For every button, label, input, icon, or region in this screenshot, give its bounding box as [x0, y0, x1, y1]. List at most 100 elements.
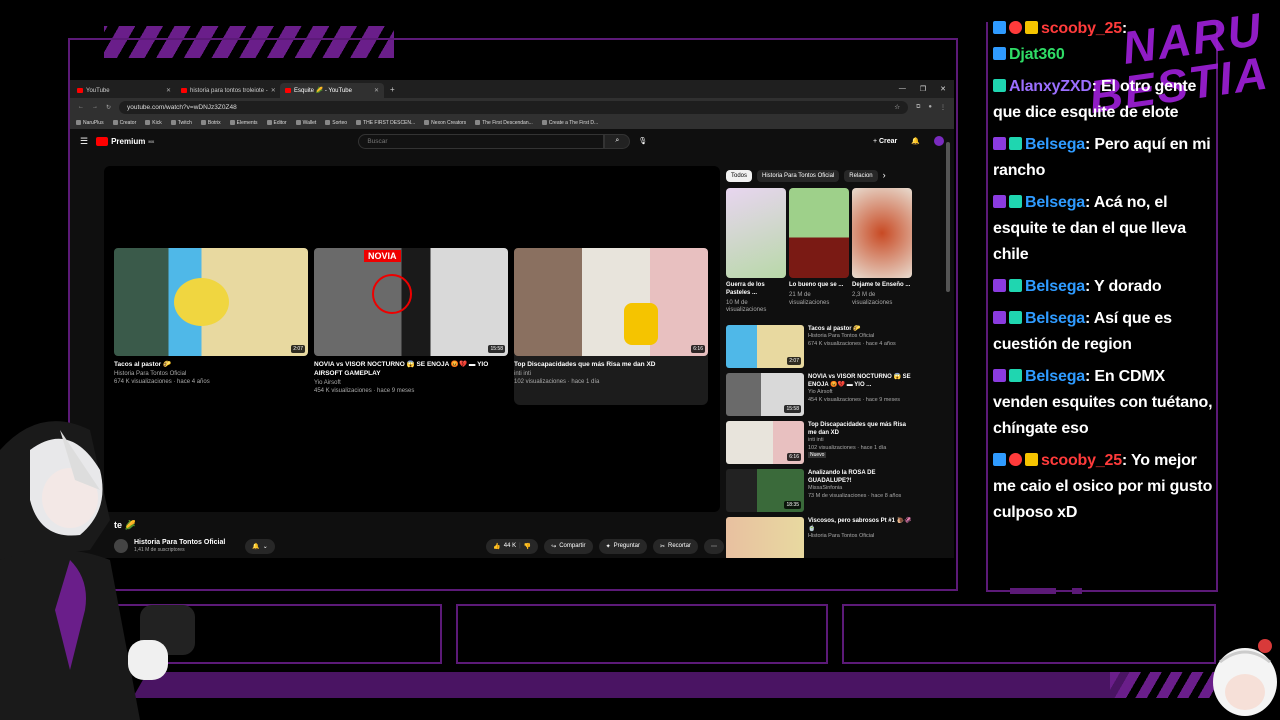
chat-username[interactable]: Belsega: [1025, 368, 1085, 385]
chat-username[interactable]: Djat360: [1009, 46, 1065, 63]
chat-message: scooby_25: Yo mejor me caio el osico por…: [993, 448, 1215, 526]
duration-badge: 2:07: [787, 357, 801, 366]
short-item[interactable]: Guerra de los Pasteles ... 10 M de visual…: [726, 188, 786, 315]
bookmark-item[interactable]: THE FIRST DESCEN...: [356, 120, 415, 126]
endscreen-video[interactable]: 6:16 Top Discapacidades que más Risa me …: [514, 248, 708, 405]
pointing-hand: [624, 303, 658, 345]
video-meta: 73 M de visualizaciones · hace 8 años: [808, 492, 902, 499]
chat-username[interactable]: AlanxyZXD: [1009, 78, 1092, 95]
short-title: Dejame te Enseño ...: [852, 282, 911, 288]
ask-button[interactable]: ✦ Preguntar: [598, 538, 647, 554]
forward-icon[interactable]: →: [92, 104, 98, 110]
clip-button[interactable]: ✂ Recortar: [652, 538, 698, 554]
tab-esquite[interactable]: Esquite 🌽 - YouTube ✕: [280, 83, 384, 98]
badge-icon: [993, 47, 1006, 60]
share-button[interactable]: ↪ Compartir: [544, 538, 593, 554]
extensions-icon[interactable]: ⧉: [916, 104, 920, 111]
bookmark-item[interactable]: Wallet: [296, 120, 317, 126]
back-icon[interactable]: ←: [78, 104, 84, 110]
close-icon[interactable]: ✕: [374, 87, 379, 94]
related-video[interactable]: Viscosos, pero sabrosos Pt #1 🐌🦑🍵 Histori…: [726, 517, 914, 558]
endscreen-video[interactable]: 2:07 Tacos al pastor 🌮 Historia Para Ton…: [114, 248, 308, 387]
bookmark-item[interactable]: Twitch: [171, 120, 192, 126]
new-tab-button[interactable]: +: [384, 85, 401, 94]
star-icon[interactable]: ☆: [894, 103, 900, 111]
video-title: Viscosos, pero sabrosos Pt #1 🐌🦑🍵: [808, 518, 912, 533]
chat-username[interactable]: scooby_25: [1041, 452, 1122, 469]
duration-badge: 15:58: [784, 405, 801, 414]
chat-panel: scooby_25: Djat360 AlanxyZXD: El otro ge…: [993, 20, 1215, 532]
gem-badge-icon: [993, 279, 1006, 292]
profile-icon[interactable]: ●: [928, 104, 932, 110]
restore-icon[interactable]: ❐: [920, 85, 926, 93]
search-input[interactable]: Buscar: [358, 133, 605, 149]
like-button[interactable]: 👍 44 K | 👎: [486, 538, 539, 554]
tab-historia[interactable]: historia para tontos troleiote - ✕: [176, 83, 280, 98]
video-meta: 102 visualizaciones · hace 1 día: [514, 379, 600, 386]
related-video[interactable]: 6:16 Top Discapacidades que más Risa me d…: [726, 421, 914, 465]
subscribe-bell-button[interactable]: 🔔 ⌄: [245, 538, 275, 554]
short-thumbnail: [789, 188, 849, 278]
chat-username[interactable]: Belsega: [1025, 194, 1085, 211]
create-button[interactable]: + Crear: [873, 138, 897, 145]
bookmark-item[interactable]: The First Descendan...: [475, 120, 533, 126]
chat-frame-dash-small: [1072, 588, 1082, 594]
bell-icon: 🔔: [252, 543, 260, 550]
duration-badge: 15:58: [488, 345, 505, 353]
chip-related[interactable]: Relacion: [844, 170, 878, 182]
chat-message: Djat360: [993, 42, 1215, 68]
search-icon[interactable]: ⌕: [604, 133, 631, 149]
window-close-icon[interactable]: ✕: [940, 85, 946, 93]
avatar[interactable]: [934, 136, 944, 146]
related-video[interactable]: 18:35 Analizando la ROSA DE GUADALUPE?! Mi…: [726, 469, 914, 513]
short-item[interactable]: Dejame te Enseño ... 2,3 M de visualizaci…: [852, 188, 912, 315]
hamburger-menu-icon[interactable]: ☰: [80, 136, 88, 147]
menu-icon[interactable]: ⋮: [940, 104, 946, 111]
badge-icon: [1009, 137, 1022, 150]
chat-username[interactable]: Belsega: [1025, 310, 1085, 327]
bookmark-item[interactable]: Sorteo: [325, 120, 347, 126]
related-video[interactable]: 2:07 Tacos al pastor 🌮 Historia Para Tonto…: [726, 325, 914, 369]
notifications-icon[interactable]: 🔔: [911, 137, 920, 145]
shorts-shelf: Guerra de los Pasteles ... 10 M de visual…: [726, 188, 914, 315]
bookmark-item[interactable]: Kick: [145, 120, 161, 126]
url-text: youtube.com/watch?v=wDNJz3Z0Z48: [127, 103, 237, 111]
tab-youtube[interactable]: YouTube ✕: [72, 83, 176, 98]
bookmark-item[interactable]: Elements: [230, 120, 258, 126]
url-field[interactable]: youtube.com/watch?v=wDNJz3Z0Z48 ☆: [119, 100, 909, 114]
chip-all[interactable]: Todos: [726, 170, 753, 182]
reload-icon[interactable]: ↻: [106, 104, 111, 111]
related-video[interactable]: 15:58 NOVIA vs VISOR NOCTURNO 😱 SE ENOJA …: [726, 373, 914, 417]
youtube-logo[interactable]: Premium MX: [96, 136, 154, 146]
channel-name: Yio Airsoft: [314, 379, 341, 386]
endscreen-video[interactable]: NOVIA 15:58 NOVIA vs VISOR NOCTURNO 😱 SE…: [314, 248, 508, 395]
video-thumbnail: 18:35: [726, 469, 804, 513]
more-actions-button[interactable]: ⋯: [704, 538, 724, 554]
bookmark-item[interactable]: NaruPlus: [76, 120, 104, 126]
bookmark-item[interactable]: Create a The First D...: [542, 120, 598, 126]
bookmark-item[interactable]: Creator: [113, 120, 137, 126]
tab-title: Esquite 🌽 - YouTube: [294, 88, 352, 94]
bookmark-item[interactable]: Botrix: [201, 120, 221, 126]
badge-icon: [993, 453, 1006, 466]
bookmark-item[interactable]: Nexon Creators: [424, 120, 466, 126]
scrollbar[interactable]: [946, 142, 950, 292]
short-thumbnail: [852, 188, 912, 278]
chat-username[interactable]: Belsega: [1025, 278, 1085, 295]
duration-badge: 2:07: [291, 345, 305, 353]
chevron-right-icon[interactable]: ›: [883, 170, 886, 182]
target-circle: [372, 274, 412, 314]
chat-username[interactable]: Belsega: [1025, 136, 1085, 153]
close-icon[interactable]: ✕: [271, 87, 276, 94]
thumbs-down-icon[interactable]: 👎: [524, 543, 531, 550]
chip-channel[interactable]: Historia Para Tontos Oficial: [757, 170, 840, 182]
youtube-favicon-icon: [77, 88, 83, 93]
microphone-icon[interactable]: 🎙: [638, 137, 647, 145]
bookmark-item[interactable]: Editor: [267, 120, 287, 126]
short-item[interactable]: Lo bueno que se ... 21 M de visualizacion…: [789, 188, 849, 315]
chevron-down-icon: ⌄: [262, 543, 268, 550]
minimize-icon[interactable]: —: [899, 85, 906, 93]
chat-username[interactable]: scooby_25: [1041, 20, 1122, 36]
short-title: Lo bueno que se ...: [789, 282, 844, 288]
close-icon[interactable]: ✕: [166, 87, 171, 94]
